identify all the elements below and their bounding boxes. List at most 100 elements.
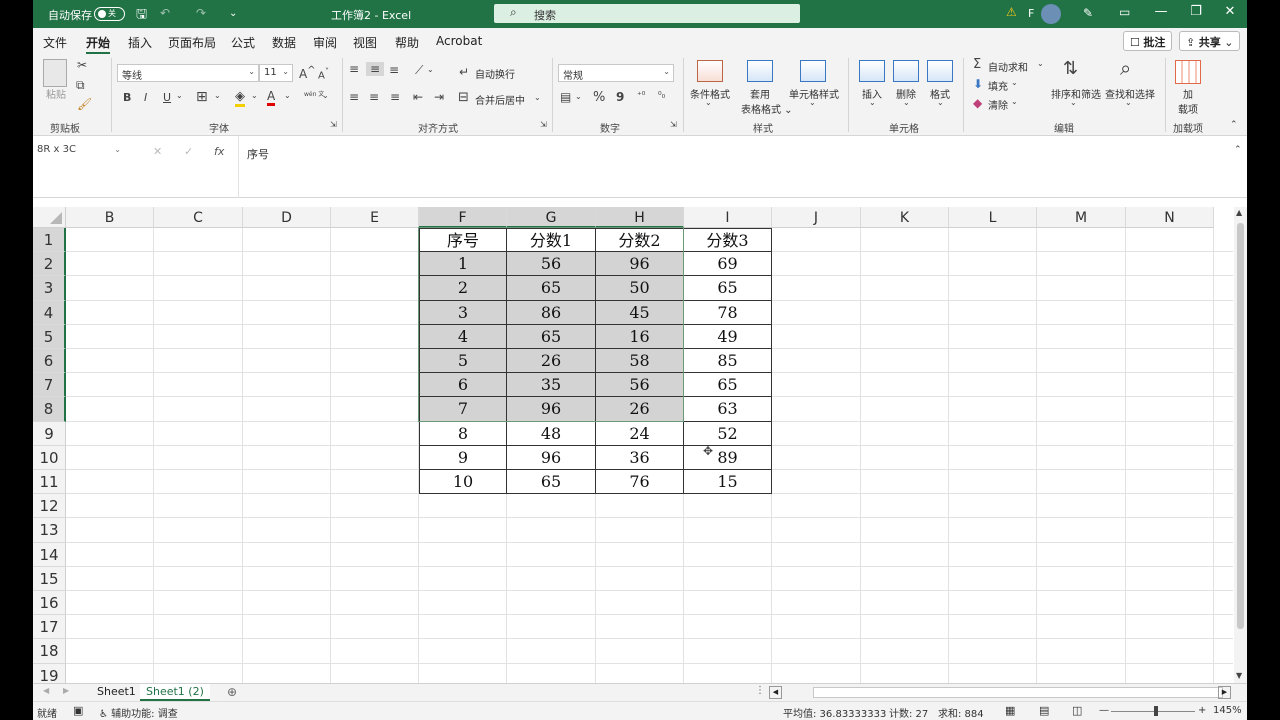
- table-cell[interactable]: 15: [684, 470, 772, 495]
- undo-icon[interactable]: ↶: [160, 6, 170, 20]
- table-cell[interactable]: 96: [596, 252, 684, 277]
- format-dropdown-icon[interactable]: ⌄: [937, 98, 944, 107]
- font-size-select[interactable]: 11 ⌄: [259, 64, 293, 82]
- decrease-indent-icon[interactable]: ⇤: [413, 90, 423, 104]
- underline-dropdown-icon[interactable]: ⌄: [176, 91, 183, 100]
- zoom-out-icon[interactable]: —: [1099, 705, 1109, 716]
- font-dialog-icon[interactable]: ⇲: [330, 120, 337, 129]
- decrease-decimal-icon[interactable]: ⁰₀: [658, 91, 665, 101]
- normal-view-icon[interactable]: ▦: [1005, 704, 1015, 717]
- column-header[interactable]: G: [507, 207, 596, 228]
- vertical-scrollbar[interactable]: ▲ ▼: [1234, 207, 1247, 683]
- table-cell[interactable]: 65: [684, 276, 772, 301]
- table-cell[interactable]: 76: [596, 470, 684, 495]
- wrap-text-icon[interactable]: ↵: [459, 65, 469, 79]
- hscroll-right-icon[interactable]: ▶: [1218, 686, 1231, 699]
- autosum-dropdown-icon[interactable]: ⌄: [1037, 59, 1044, 68]
- fill-dropdown-icon[interactable]: ⌄: [251, 91, 258, 100]
- font-name-select[interactable]: 等线 ⌄: [117, 64, 259, 82]
- row-header[interactable]: 8: [33, 397, 66, 422]
- row-header[interactable]: 13: [33, 518, 66, 543]
- close-button[interactable]: ✕: [1216, 4, 1244, 24]
- merge-center-button[interactable]: 合并后居中: [475, 92, 525, 107]
- format-as-table-button[interactable]: 套用 表格格式 ⌄: [741, 86, 793, 116]
- table-cell[interactable]: 63: [684, 397, 772, 422]
- fill-icon[interactable]: ⬇: [973, 77, 983, 91]
- autosum-icon[interactable]: Σ: [973, 57, 981, 72]
- sheet-tab[interactable]: Sheet1: [91, 684, 142, 701]
- user-initial[interactable]: F: [1028, 7, 1034, 20]
- shrink-font-icon[interactable]: A˅: [318, 66, 329, 81]
- warning-icon[interactable]: ⚠: [1006, 5, 1017, 19]
- font-color-dropdown-icon[interactable]: ⌄: [284, 91, 291, 100]
- save-icon[interactable]: 🖫: [136, 5, 147, 27]
- clear-dropdown-icon[interactable]: ⌄: [1011, 97, 1018, 106]
- addins-button[interactable]: 加载项: [1173, 86, 1203, 116]
- expand-formula-icon[interactable]: ⌃: [1234, 145, 1242, 155]
- enter-icon[interactable]: ✓: [184, 145, 193, 158]
- column-header[interactable]: C: [154, 207, 243, 228]
- column-header[interactable]: M: [1037, 207, 1126, 228]
- search-box[interactable]: ⌕ 搜索: [494, 4, 800, 23]
- tab-help[interactable]: 帮助: [395, 34, 419, 51]
- wrap-text-button[interactable]: 自动换行: [475, 66, 515, 81]
- tab-file[interactable]: 文件: [43, 34, 67, 51]
- horizontal-scroll-thumb[interactable]: [813, 687, 1223, 698]
- percent-button[interactable]: %: [593, 90, 605, 105]
- increase-indent-icon[interactable]: ⇥: [434, 90, 444, 104]
- formula-input[interactable]: 序号 ⌃: [238, 136, 1247, 198]
- redo-icon[interactable]: ↷: [196, 6, 206, 20]
- scroll-down-icon[interactable]: ▼: [1236, 671, 1242, 680]
- format-painter-icon[interactable]: 🖌: [77, 97, 92, 111]
- phonetic-dropdown-icon[interactable]: ⌄: [322, 91, 329, 100]
- column-header[interactable]: J: [772, 207, 861, 228]
- page-layout-view-icon[interactable]: ▤: [1039, 704, 1049, 717]
- tab-review[interactable]: 审阅: [313, 34, 337, 51]
- column-header[interactable]: B: [66, 207, 154, 228]
- accounting-dropdown-icon[interactable]: ⌄: [575, 92, 582, 101]
- paste-icon[interactable]: [43, 59, 67, 87]
- table-cell[interactable]: 8: [419, 421, 507, 446]
- ribbon-display-icon[interactable]: ▭: [1119, 5, 1130, 19]
- table-header-cell[interactable]: 分数1: [507, 228, 596, 253]
- tab-splitter-icon[interactable]: ⋮: [755, 685, 765, 696]
- table-cell[interactable]: 2: [419, 276, 507, 301]
- table-cell[interactable]: 9: [419, 445, 507, 470]
- row-header[interactable]: 6: [33, 349, 66, 374]
- copy-icon[interactable]: ⧉: [76, 78, 85, 93]
- table-cell[interactable]: 45: [596, 300, 684, 325]
- table-cell[interactable]: 89: [684, 445, 772, 470]
- underline-button[interactable]: U: [163, 91, 171, 104]
- tab-data[interactable]: 数据: [272, 34, 296, 51]
- zoom-slider[interactable]: [1111, 711, 1195, 712]
- column-header[interactable]: E: [331, 207, 419, 228]
- name-box[interactable]: 8R x 3C ⌄: [37, 144, 121, 162]
- row-header[interactable]: 5: [33, 324, 66, 349]
- table-cell[interactable]: 36: [596, 445, 684, 470]
- row-header[interactable]: 3: [33, 276, 66, 301]
- comma-style-button[interactable]: 9: [616, 90, 624, 104]
- table-cell[interactable]: 26: [596, 397, 684, 422]
- grow-font-icon[interactable]: A^: [299, 65, 316, 81]
- align-center-icon[interactable]: ≡: [369, 90, 379, 104]
- prev-sheet-icon[interactable]: ◀: [43, 686, 49, 695]
- add-sheet-icon[interactable]: ⊕: [227, 685, 237, 699]
- table-cell[interactable]: 7: [419, 397, 507, 422]
- clear-icon[interactable]: ◆: [973, 96, 982, 110]
- table-cell[interactable]: 78: [684, 300, 772, 325]
- restore-button[interactable]: ❐: [1182, 4, 1210, 24]
- sort-dropdown-icon[interactable]: ⌄: [1070, 98, 1077, 107]
- insert-dropdown-icon[interactable]: ⌄: [869, 98, 876, 107]
- cancel-icon[interactable]: ✕: [153, 145, 162, 158]
- number-format-select[interactable]: 常规 ⌄: [558, 64, 674, 82]
- row-header[interactable]: 18: [33, 639, 66, 664]
- align-middle-icon[interactable]: ≡: [366, 62, 384, 76]
- table-cell[interactable]: 5: [419, 349, 507, 374]
- table-cell[interactable]: 35: [507, 373, 596, 398]
- comments-button[interactable]: ☐ 批注: [1123, 31, 1173, 51]
- accessibility-status[interactable]: ♿ 辅助功能: 调查: [99, 705, 178, 720]
- table-cell[interactable]: 49: [684, 324, 772, 349]
- customize-qat-icon[interactable]: ⌄: [229, 8, 237, 19]
- table-cell[interactable]: 69: [684, 252, 772, 277]
- phonetic-icon[interactable]: wén 文: [304, 91, 324, 98]
